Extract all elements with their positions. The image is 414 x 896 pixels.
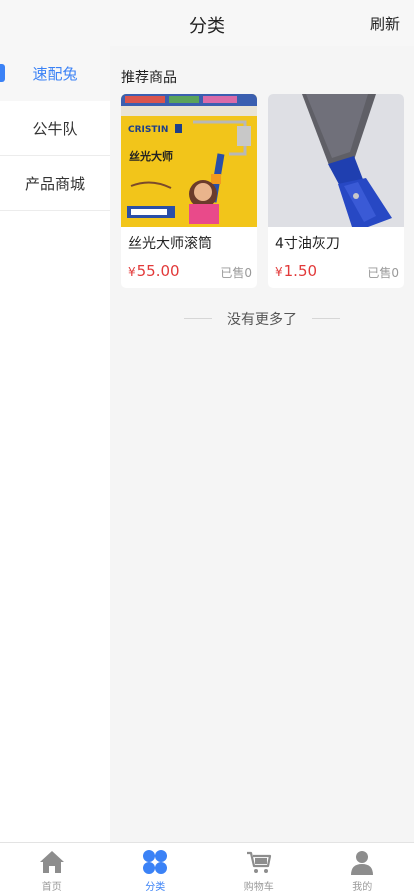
product-tagline-text: 丝光大师 — [129, 149, 173, 163]
user-icon — [351, 851, 374, 875]
tab-label: 购物车 — [243, 882, 274, 893]
currency-symbol: ¥ — [275, 265, 283, 279]
sidebar-item-label: 速配兔 — [32, 65, 78, 83]
sidebar-item-label: 公牛队 — [32, 119, 78, 138]
divider-left — [183, 318, 212, 319]
no-more-text: 没有更多了 — [227, 311, 297, 328]
tab-mine[interactable]: 我的 — [311, 843, 414, 896]
tab-label: 首页 — [41, 882, 62, 893]
tab-category[interactable]: 分类 — [104, 843, 208, 896]
brand-logo-text: CRISTIN — [128, 125, 168, 135]
product-image-roller: CRISTIN 丝光大师 — [121, 94, 257, 227]
product-grid: CRISTIN 丝光大师 丝光大师滚筒 ¥55.00 已售0 4寸油灰刀 ¥1.… — [121, 94, 405, 288]
tab-cart[interactable]: 购物车 — [207, 843, 311, 896]
price-value: 55.00 — [136, 262, 180, 280]
sidebar-item-product-mall[interactable]: 产品商城 — [0, 156, 110, 211]
sold-count: 已售0 — [220, 266, 252, 280]
page-title: 分类 — [189, 16, 225, 37]
tab-label: 我的 — [352, 882, 373, 893]
sold-count: 已售0 — [367, 266, 399, 280]
product-card[interactable]: CRISTIN 丝光大师 丝光大师滚筒 ¥55.00 已售0 — [121, 94, 257, 288]
top-header: 分类 刷新 — [0, 0, 414, 46]
product-price: ¥1.50 — [275, 262, 317, 280]
product-card[interactable]: 4寸油灰刀 ¥1.50 已售0 — [268, 94, 404, 288]
section-title: 推荐商品 — [121, 70, 177, 86]
product-area: 推荐商品 CRISTIN 丝光大师 丝光大师滚筒 ¥55.00 已售0 4寸油灰… — [110, 46, 414, 842]
cart-icon — [246, 851, 271, 873]
sidebar-item-label: 产品商城 — [24, 174, 85, 193]
sidebar-item-gongniudui[interactable]: 公牛队 — [0, 101, 110, 156]
product-image-putty-knife — [268, 94, 404, 227]
price-value: 1.50 — [283, 262, 318, 280]
refresh-button[interactable]: 刷新 — [370, 13, 400, 34]
home-icon — [39, 851, 64, 873]
product-name: 4寸油灰刀 — [275, 236, 340, 252]
sidebar-item-supeitu[interactable]: 速配兔 — [0, 46, 110, 101]
category-sidebar: 速配兔 公牛队 产品商城 — [0, 46, 110, 842]
no-more-indicator: 没有更多了 — [110, 308, 414, 329]
category-icon — [143, 850, 168, 874]
tab-label: 分类 — [145, 882, 166, 893]
tab-home[interactable]: 首页 — [0, 843, 104, 896]
product-price: ¥55.00 — [128, 262, 180, 280]
divider-right — [312, 318, 341, 319]
bottom-tabbar: 首页 分类 购物车 我的 — [0, 842, 414, 896]
currency-symbol: ¥ — [128, 265, 136, 279]
product-name: 丝光大师滚筒 — [128, 236, 212, 252]
